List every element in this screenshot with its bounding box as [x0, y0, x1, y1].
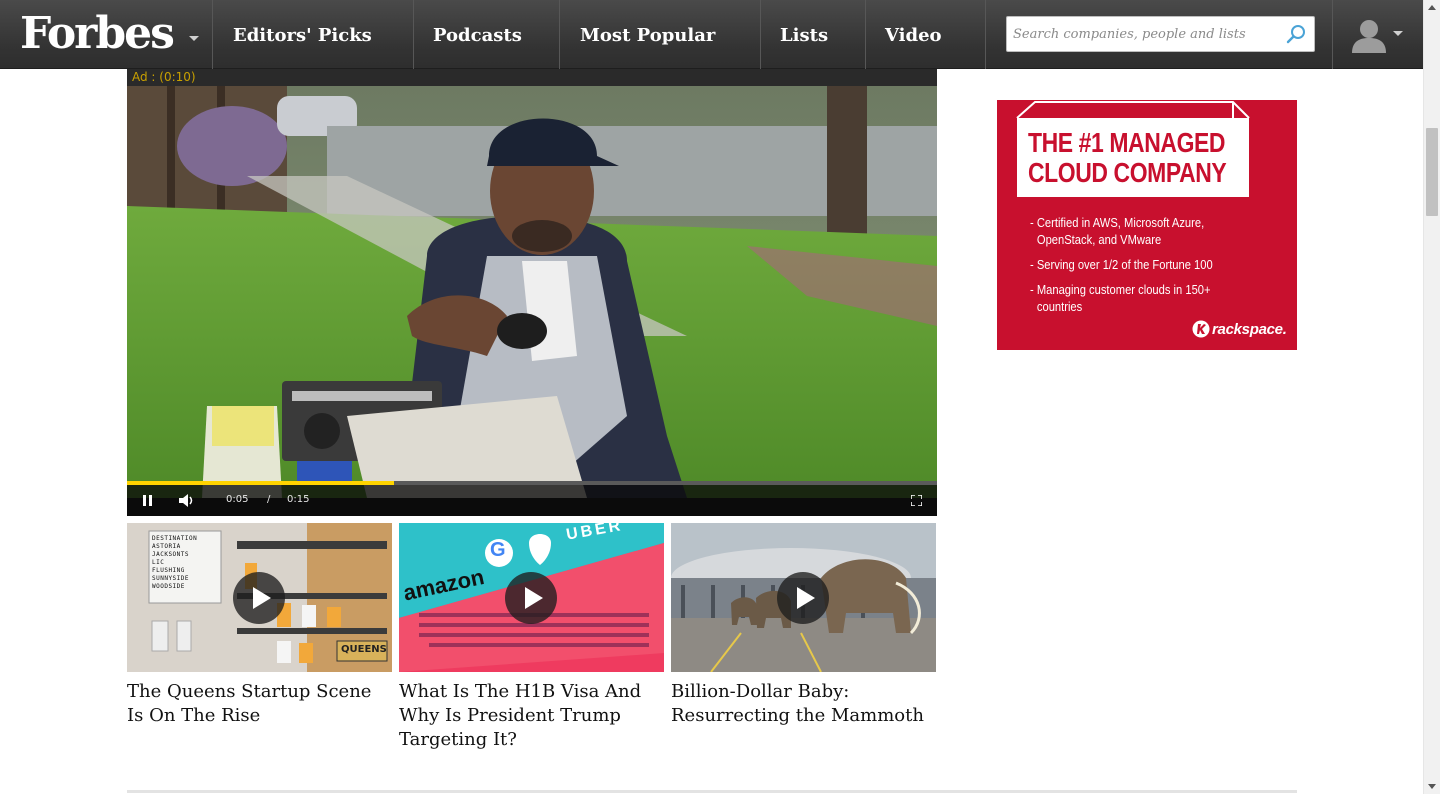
letterboard-line: FLUSHING [152, 567, 185, 574]
divider [1332, 0, 1333, 69]
play-button[interactable] [233, 572, 285, 624]
ad-bullet: - Serving over 1/2 of the Fortune 100 [1030, 257, 1213, 272]
rackspace-ad[interactable]: THE #1 MANAGED CLOUD COMPANY - Certified… [997, 100, 1297, 350]
video-frame[interactable] [127, 86, 937, 498]
video-card-queens[interactable]: DESTINATION ASTORIA JACKSONTS LIC FLUSHI… [127, 523, 392, 728]
top-navigation-bar: Forbes Editors' Picks Podcasts Most Popu… [0, 0, 1423, 69]
video-thumbnail[interactable] [671, 523, 936, 672]
nav-item-most-popular[interactable]: Most Popular [560, 0, 761, 69]
progress-fill [127, 481, 395, 485]
section-divider [127, 790, 1297, 793]
rackspace-mark-icon [1192, 320, 1210, 338]
nav-item-podcasts[interactable]: Podcasts [413, 0, 560, 69]
ad-bullet: - Managing customer clouds in 150+ count… [1030, 282, 1211, 314]
video-card-mammoth[interactable]: Billion-Dollar Baby: Resurrecting the Ma… [671, 523, 936, 728]
logo-menu[interactable]: Forbes [0, 0, 213, 69]
nav-item-editors-picks[interactable]: Editors' Picks [213, 0, 414, 69]
video-title[interactable]: What Is The H1B Visa And Why Is Presiden… [399, 680, 664, 752]
video-thumbnail[interactable]: amazon G UBER [399, 523, 664, 672]
google-logo: G [490, 539, 506, 561]
chevron-down-icon[interactable] [1393, 31, 1403, 36]
scroll-up-arrow-icon[interactable] [1428, 5, 1436, 10]
ad-strip: Ad : (0:10) [127, 69, 937, 86]
current-time: 0:05 [226, 494, 249, 505]
video-card-h1b[interactable]: amazon G UBER What Is The H1B Visa And W… [399, 523, 664, 752]
video-controls: 0:05 / 0:15 [127, 481, 937, 516]
letterboard: DESTINATION ASTORIA JACKSONTS LIC FLUSHI… [152, 535, 218, 591]
volume-icon[interactable] [179, 493, 195, 508]
video-thumbnail[interactable]: DESTINATION ASTORIA JACKSONTS LIC FLUSHI… [127, 523, 392, 672]
ad-countdown-label: Ad : (0:10) [132, 70, 196, 84]
time-separator: / [267, 494, 271, 505]
page-scrollbar[interactable] [1423, 0, 1440, 794]
letterboard-line: WOODSIDE [152, 583, 185, 590]
user-avatar-icon[interactable] [1350, 17, 1388, 53]
duration: 0:15 [287, 494, 310, 505]
ad-headline-line: CLOUD COMPANY [1028, 157, 1227, 188]
scroll-thumb[interactable] [1426, 128, 1438, 216]
forbes-logo[interactable]: Forbes [20, 6, 175, 62]
rackspace-wordmark: rackspace. [1212, 321, 1287, 338]
letterboard-line: LIC [152, 559, 165, 566]
nav-item-lists[interactable]: Lists [760, 0, 866, 69]
chevron-down-icon[interactable] [189, 36, 199, 41]
ad-bullet: - Certified in AWS, Microsoft Azure, Ope… [1030, 215, 1205, 247]
queens-sign: QUEENS [341, 644, 387, 655]
pause-icon[interactable] [143, 495, 153, 506]
letterboard-line: SUNNYSIDE [152, 575, 190, 582]
search-input[interactable] [1007, 17, 1277, 51]
scroll-down-arrow-icon[interactable] [1428, 784, 1436, 789]
video-title[interactable]: The Queens Startup Scene Is On The Rise [127, 680, 392, 728]
play-button[interactable] [505, 572, 557, 624]
play-button[interactable] [777, 572, 829, 624]
letterboard-line: DESTINATION [152, 535, 198, 542]
progress-bar[interactable] [127, 481, 937, 485]
ad-headline-line: THE #1 MANAGED [1028, 127, 1226, 158]
fullscreen-icon[interactable] [911, 495, 922, 506]
nav-item-video[interactable]: Video [865, 0, 986, 69]
search-icon[interactable] [1286, 24, 1306, 44]
letterboard-line: ASTORIA [152, 543, 181, 550]
ad-headline: THE #1 MANAGED CLOUD COMPANY [1028, 127, 1227, 188]
letterboard-line: JACKSONTS [152, 551, 190, 558]
video-player[interactable]: Ad : (0:10) 0:05 / 0:15 [127, 69, 937, 516]
search-box [1006, 16, 1315, 52]
ad-bullet-list: - Certified in AWS, Microsoft Azure, Ope… [1030, 214, 1260, 323]
video-title[interactable]: Billion-Dollar Baby: Resurrecting the Ma… [671, 680, 936, 728]
